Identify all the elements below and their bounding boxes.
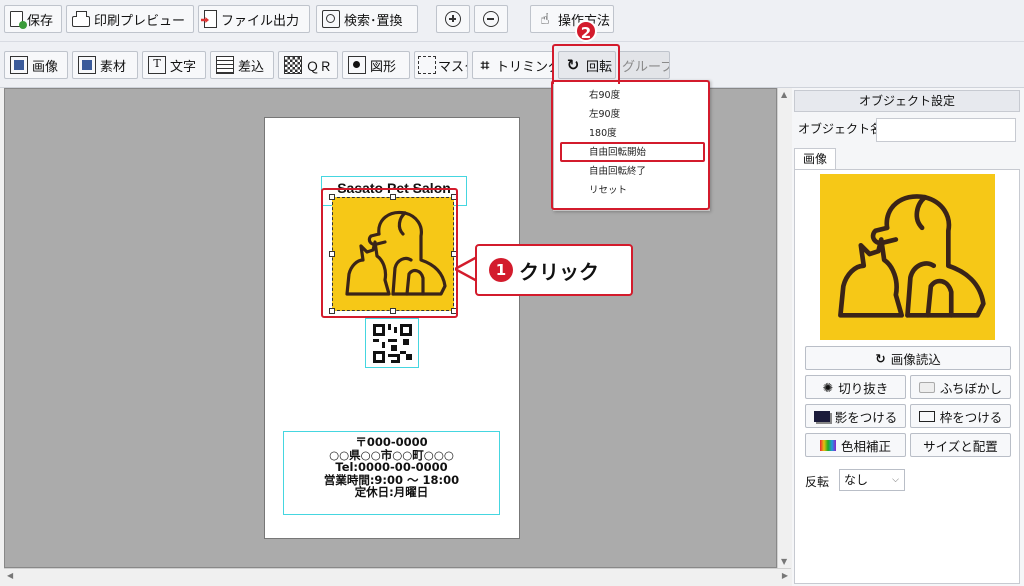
zoom-out-icon [483,11,499,27]
search-icon [322,10,340,28]
shape-button[interactable]: 図形 [342,51,410,79]
blur-edge-button[interactable]: ふちぼかし [910,375,1011,399]
rotate-highlight-box [552,44,620,84]
shape-icon [348,56,366,74]
frame-button[interactable]: 枠をつける [910,404,1011,428]
free-rotate-highlight [560,142,705,162]
address-text-block[interactable]: 〒000-0000 ○○県○○市○○町○○○ Tel:0000-00-0000 … [283,431,500,515]
help-button[interactable]: ☝ 操作方法 [530,5,614,33]
save-icon [10,11,27,29]
file-export-button[interactable]: ファイル出力 [198,5,310,33]
export-icon [204,10,217,28]
dog-cat-preview-illustration [838,194,986,318]
image-icon [10,56,28,74]
qr-code-image [373,324,412,363]
crop-icon: ⌗ [480,56,490,74]
color-spectrum-icon [819,439,836,451]
save-button[interactable]: 保存 [4,5,62,33]
object-name-label: オブジェクト名 [798,122,883,136]
panel-title: オブジェクト設定 [794,90,1020,112]
color-correct-button[interactable]: 色相補正 [805,433,906,457]
zoom-in-button[interactable] [436,5,470,33]
click-callout: 1 クリック [475,244,633,296]
size-position-button[interactable]: サイズと配置 [910,433,1011,457]
scroll-left-icon[interactable]: ◀ [7,571,13,580]
blur-icon [918,381,935,393]
search-replace-button[interactable]: 検索･置換 [316,5,418,33]
closed-day: 定休日:月曜日 [354,485,429,499]
text-button[interactable]: T 文字 [142,51,206,79]
shadow-icon [813,410,830,422]
scroll-right-icon[interactable]: ▶ [782,571,788,580]
postal-code: 〒000-0000 [355,435,428,449]
print-preview-button[interactable]: 印刷プレビュー [66,5,194,33]
material-button[interactable]: 素材 [72,51,138,79]
merge-data-icon [216,56,234,74]
step-1-badge: 1 [489,258,513,282]
qr-code-object[interactable] [365,318,419,368]
qr-icon [284,56,302,74]
material-icon [78,56,96,74]
insert-toolbar: 画像 素材 T 文字 差込 ＱＲ 図形 マスク ⌗ トリミング ↻ 回転 グルー… [0,42,1024,88]
main-toolbar: 保存 印刷プレビュー ファイル出力 検索･置換 ☝ 操作方法 [0,0,1024,42]
scroll-down-icon[interactable]: ▼ [781,557,787,566]
flip-select[interactable]: なし ⌵ [839,469,905,491]
printer-icon [72,10,90,27]
frame-icon [918,410,935,422]
business-card[interactable]: Sasato Pet Salon 〒000-0000 ○○県○○市○○町○○○ … [264,117,520,539]
phone-line: Tel:0000-00-0000 [335,460,448,474]
shadow-button[interactable]: 影をつける [805,404,906,428]
group-button[interactable]: グループ [618,51,670,79]
crop-shape-icon: ✺ [822,379,834,395]
scroll-up-icon[interactable]: ▲ [781,90,787,99]
image-preview [820,174,995,340]
image-highlight-box [321,188,458,318]
zoom-out-button[interactable] [474,5,508,33]
tab-image[interactable]: 画像 [794,148,836,170]
mask-button[interactable]: マスク [414,51,468,79]
vertical-scrollbar[interactable]: ▲ ▼ [777,88,791,568]
chevron-down-icon: ⌵ [892,475,899,485]
mask-icon [418,56,436,74]
trim-button[interactable]: ⌗ トリミング [472,51,554,79]
flip-label: 反転 [805,475,830,489]
qr-button[interactable]: ＱＲ [278,51,338,79]
merge-button[interactable]: 差込 [210,51,274,79]
text-icon: T [148,56,166,74]
image-button[interactable]: 画像 [4,51,68,79]
zoom-in-icon [445,11,461,27]
hand-pointer-icon: ☝ [540,10,550,28]
horizontal-scrollbar[interactable]: ◀ ▶ [4,568,791,582]
object-name-field[interactable] [876,118,1016,142]
rotate-icon: ↻ [875,350,886,366]
object-settings-panel: オブジェクト設定 オブジェクト名 画像 ↻ 画像読込 ✺ 切り抜き ふちぼかし … [792,88,1024,586]
load-image-button[interactable]: ↻ 画像読込 [805,346,1011,370]
image-tab-panel: ↻ 画像読込 ✺ 切り抜き ふちぼかし 影をつける 枠をつける 色相補正 サイズ… [794,169,1020,584]
click-label: クリック [519,259,599,284]
step-2-badge: 2 [575,20,597,42]
crop-button[interactable]: ✺ 切り抜き [805,375,906,399]
